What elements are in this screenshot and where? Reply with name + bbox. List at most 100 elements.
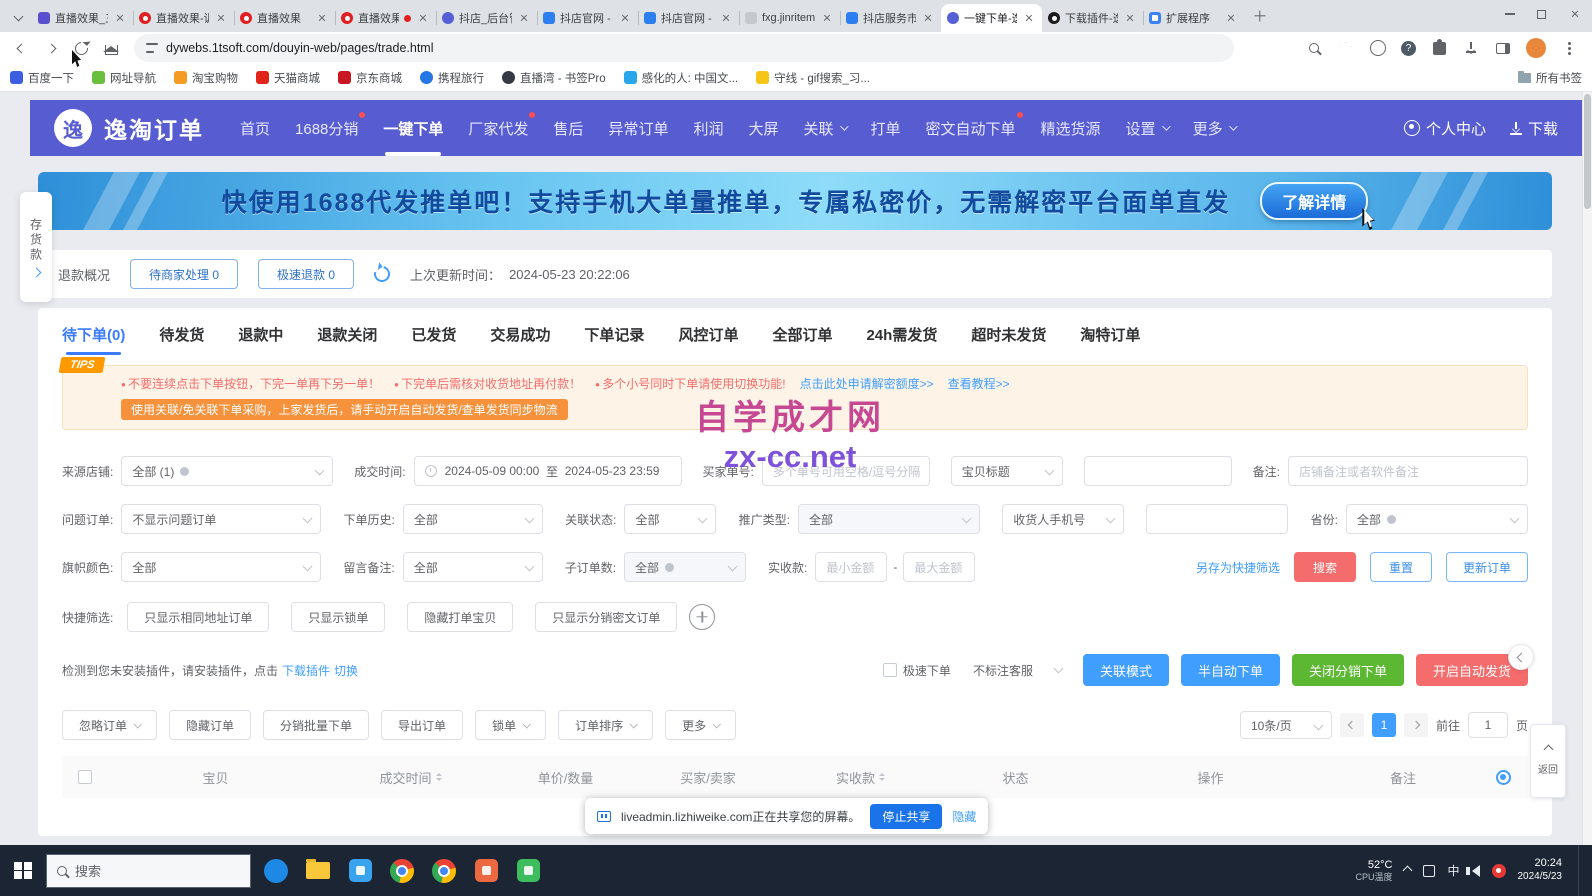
tab-search-icon[interactable] <box>6 4 30 28</box>
browser-tab[interactable]: 直播效果-训 <box>133 4 234 32</box>
site-settings-icon[interactable] <box>146 43 158 53</box>
view-tutorial-link[interactable]: 查看教程>> <box>948 375 1010 392</box>
update-orders-button[interactable]: 更新订单 <box>1446 552 1528 582</box>
download-icon[interactable] <box>1462 39 1480 57</box>
order-history-select[interactable]: 全部 <box>403 504 543 534</box>
browser-tab[interactable]: 扩展程序 <box>1143 4 1244 32</box>
nav-abnormal-orders[interactable]: 异常订单 <box>608 100 668 156</box>
promo-banner[interactable]: 快使用1688代发推单吧！支持手机大单量推单，专属私密价，无需解密平台面单直发 … <box>38 172 1552 230</box>
tab-close-icon[interactable] <box>1022 11 1036 25</box>
tab-close-icon[interactable] <box>1224 11 1238 25</box>
promo-type-select[interactable]: 全部 <box>798 504 980 534</box>
min-amount-input[interactable]: 最小金额 <box>815 552 887 582</box>
browser-tab[interactable]: 抖店服务市场 <box>840 4 941 32</box>
bookmark-item[interactable]: 淘宝购物 <box>174 70 238 86</box>
tab-close-icon[interactable] <box>315 11 329 25</box>
taskbar-clock[interactable]: 20:24 2024/5/23 <box>1518 857 1563 883</box>
item-title-input[interactable] <box>1084 456 1232 486</box>
relation-status-select[interactable]: 全部 <box>624 504 716 534</box>
tab-pending-order[interactable]: 待下单(0) <box>62 324 125 355</box>
nav-more[interactable]: 更多 <box>1193 100 1235 156</box>
nav-home[interactable]: 首页 <box>240 100 270 156</box>
column-settings-button[interactable] <box>1478 770 1528 785</box>
current-page-button[interactable]: 1 <box>1372 713 1396 737</box>
nav-cipher-auto-order[interactable]: 密文自动下单 <box>926 100 1016 156</box>
extensions-puzzle-icon[interactable] <box>1430 39 1448 57</box>
taskbar-chrome-icon-2[interactable] <box>423 845 465 896</box>
taskbar-wps-icon[interactable] <box>465 845 507 896</box>
bookmark-item[interactable]: 直播湾 - 书签Pro <box>502 70 606 86</box>
message-remark-select[interactable]: 全部 <box>403 552 543 582</box>
relation-mode-button[interactable]: 关联模式 <box>1083 654 1169 686</box>
tab-refunding[interactable]: 退款中 <box>238 324 283 355</box>
pending-merchant-button[interactable]: 待商家处理 0 <box>130 259 238 289</box>
home-button[interactable] <box>98 35 124 61</box>
hide-order-button[interactable]: 隐藏订单 <box>169 710 251 740</box>
item-title-select[interactable]: 宝贝标题 <box>951 456 1063 486</box>
problem-order-select[interactable]: 不显示问题订单 <box>121 504 321 534</box>
checkbox-icon[interactable] <box>883 663 897 677</box>
locked-only-filter-button[interactable]: 只显示锁单 <box>291 602 385 632</box>
select-all-checkbox[interactable] <box>62 770 108 784</box>
col-paid-amount[interactable]: 实收款 <box>783 768 938 787</box>
stop-sharing-button[interactable]: 停止共享 <box>870 804 942 829</box>
show-desktop-button[interactable] <box>1578 845 1584 896</box>
nav-1688-distribution[interactable]: 1688分销 <box>295 100 358 156</box>
browser-tab[interactable]: 直播效果 <box>234 4 335 32</box>
flag-color-select[interactable]: 全部 <box>121 552 321 582</box>
tab-shipped[interactable]: 已发货 <box>411 324 456 355</box>
tray-expand-icon[interactable] <box>1404 867 1411 874</box>
bookmark-item[interactable]: 天猫商城 <box>256 70 320 86</box>
same-address-filter-button[interactable]: 只显示相同地址订单 <box>127 602 269 632</box>
help-icon[interactable]: ? <box>1401 41 1416 56</box>
nav-profit[interactable]: 利润 <box>693 100 723 156</box>
browser-tab[interactable]: 抖店官网 - 2 <box>638 4 739 32</box>
export-order-button[interactable]: 导出订单 <box>381 710 463 740</box>
cpu-temp-widget[interactable]: 52°C CPU温度 <box>1355 859 1392 883</box>
cipher-orders-filter-button[interactable]: 只显示分销密文订单 <box>535 602 677 632</box>
switch-plugin-link[interactable]: 切换 <box>334 662 358 679</box>
start-button[interactable] <box>0 845 46 896</box>
more-actions-button[interactable]: 更多 <box>665 710 736 740</box>
browser-tab[interactable]: 抖店官网 - 1 <box>537 4 638 32</box>
decrypt-quota-link[interactable]: 点击此处申请解密额度>> <box>800 375 934 392</box>
receiver-phone-select[interactable]: 收货人手机号 <box>1002 504 1124 534</box>
tab-to-ship[interactable]: 待发货 <box>159 324 204 355</box>
lock-order-button[interactable]: 锁单 <box>475 710 546 740</box>
tab-24h-ship[interactable]: 24h需发货 <box>866 324 937 355</box>
tab-order-history[interactable]: 下单记录 <box>584 324 644 355</box>
browser-menu-icon[interactable] <box>1560 39 1578 57</box>
volume-icon[interactable] <box>1472 865 1480 877</box>
tab-taote-orders[interactable]: 淘特订单 <box>1080 324 1140 355</box>
taskbar-browser-app-icon[interactable] <box>255 845 297 896</box>
refresh-icon[interactable] <box>371 263 393 285</box>
side-panel-icon[interactable] <box>1494 39 1512 57</box>
nav-factory-dropship[interactable]: 厂家代发 <box>468 100 528 156</box>
taskbar-store-app-icon[interactable] <box>339 845 381 896</box>
hide-printed-filter-button[interactable]: 隐藏打单宝贝 <box>407 602 513 632</box>
ime-indicator[interactable]: 中 <box>1447 862 1459 879</box>
goto-page-input[interactable]: 1 <box>1468 712 1508 738</box>
col-deal-time[interactable]: 成交时间 <box>323 768 498 787</box>
window-maximize-icon[interactable] <box>1537 10 1546 19</box>
browser-tab[interactable]: 下载插件-逸 <box>1042 4 1143 32</box>
deal-time-range-picker[interactable]: 2024-05-09 00:00 至 2024-05-23 23:59 <box>414 456 682 486</box>
forward-button[interactable] <box>38 35 64 61</box>
bookmark-item[interactable]: 守线 - gif搜索_习... <box>756 70 870 86</box>
tab-close-icon[interactable] <box>820 11 834 25</box>
tab-close-icon[interactable] <box>921 11 935 25</box>
prev-page-button[interactable] <box>1340 713 1364 737</box>
nav-big-screen[interactable]: 大屏 <box>748 100 778 156</box>
hide-toast-link[interactable]: 隐藏 <box>952 808 976 825</box>
service-mark-select[interactable]: 不标注客服 <box>963 655 1071 685</box>
address-bar[interactable]: dywebs.1tsoft.com/douyin-web/pages/trade… <box>134 34 1234 62</box>
nav-relation[interactable]: 关联 <box>803 100 845 156</box>
ignore-order-button[interactable]: 忽略订单 <box>62 710 157 740</box>
source-shop-select[interactable]: 全部 (1) <box>121 456 333 486</box>
remark-input[interactable]: 店铺备注或者软件备注 <box>1288 456 1528 486</box>
search-button[interactable]: 搜索 <box>1294 552 1356 582</box>
window-close-icon[interactable] <box>1568 7 1582 21</box>
sub-order-count-select[interactable]: 全部 <box>624 552 746 582</box>
browser-tab[interactable]: 抖店_后台管理 <box>436 4 537 32</box>
batch-distribution-order-button[interactable]: 分销批量下单 <box>263 710 369 740</box>
